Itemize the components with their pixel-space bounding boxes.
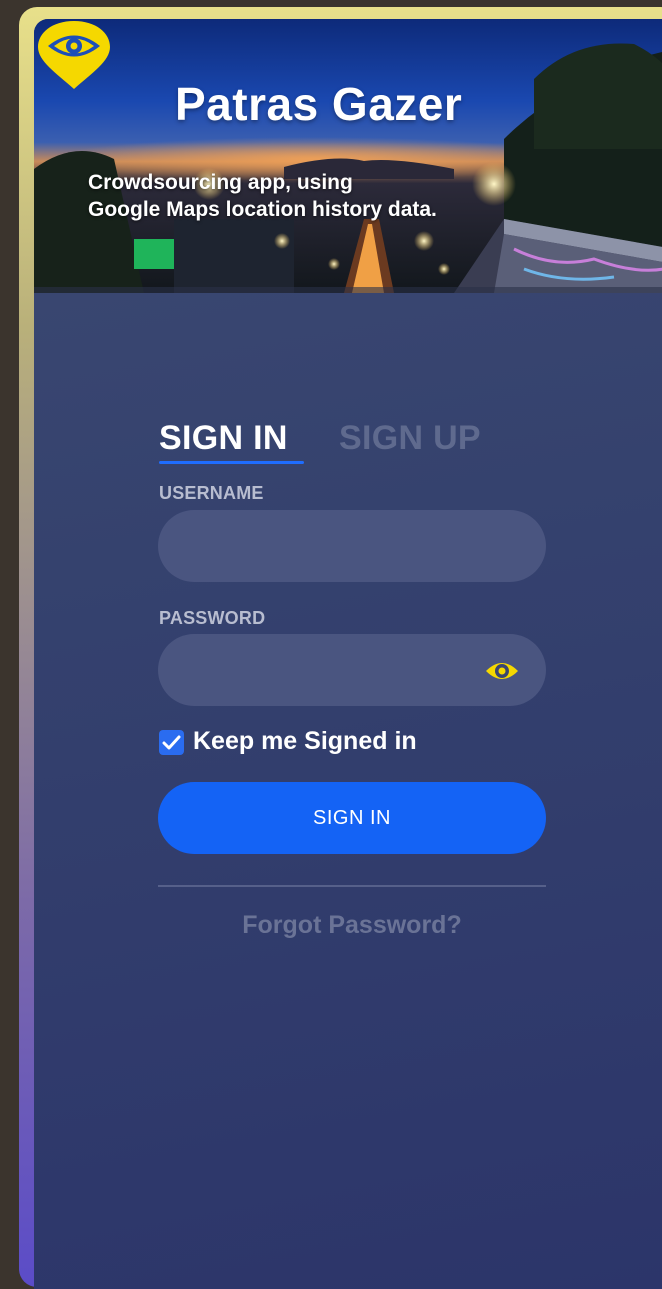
hero-cityscape-image [34, 43, 662, 293]
app-tagline: Crowdsourcing app, using Google Maps loc… [88, 169, 548, 223]
login-card: Patras Gazer Crowdsourcing app, using Go… [34, 19, 662, 1289]
username-label: USERNAME [159, 483, 264, 503]
keep-signed-in-checkbox[interactable] [159, 730, 184, 755]
forgot-password-link[interactable]: Forgot Password? [158, 911, 546, 940]
form-divider [158, 885, 546, 887]
eye-map-pin-icon [38, 21, 110, 89]
password-label: PASSWORD [159, 608, 266, 628]
username-input[interactable] [158, 510, 546, 582]
tagline-line-2: Google Maps location history data. [88, 198, 437, 221]
eye-icon[interactable] [484, 656, 520, 686]
app-title: Patras Gazer [175, 78, 463, 130]
tab-sign-in[interactable]: SIGN IN [159, 419, 288, 458]
sign-in-button[interactable]: SIGN IN [158, 782, 546, 854]
tab-sign-up[interactable]: SIGN UP [339, 419, 481, 458]
active-tab-indicator [159, 461, 304, 464]
hero-banner: Patras Gazer Crowdsourcing app, using Go… [34, 19, 662, 293]
checkmark-icon [162, 735, 181, 750]
keep-signed-in-label[interactable]: Keep me Signed in [193, 727, 417, 756]
tagline-line-1: Crowdsourcing app, using [88, 171, 353, 194]
